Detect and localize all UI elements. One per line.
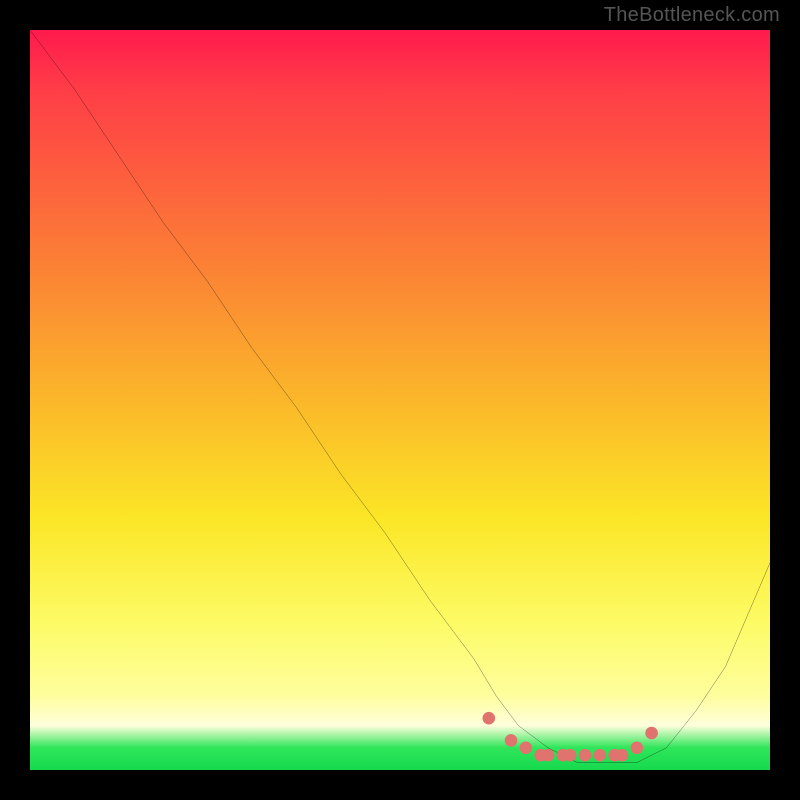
highlight-dot [594,749,607,762]
highlight-dot [579,749,592,762]
highlight-dot [520,742,533,755]
highlight-dot [631,742,644,755]
plot-area [30,30,770,770]
highlight-dot [483,712,496,725]
watermark-text: TheBottleneck.com [604,4,780,27]
highlight-dot [616,749,629,762]
highlight-dot [564,749,577,762]
bottleneck-curve-path [30,30,770,763]
highlight-dot [542,749,555,762]
highlight-dot [645,727,658,740]
highlight-dot [505,734,518,747]
curve-svg [30,30,770,770]
highlight-dots-group [483,712,658,762]
chart-frame: TheBottleneck.com [0,0,800,800]
